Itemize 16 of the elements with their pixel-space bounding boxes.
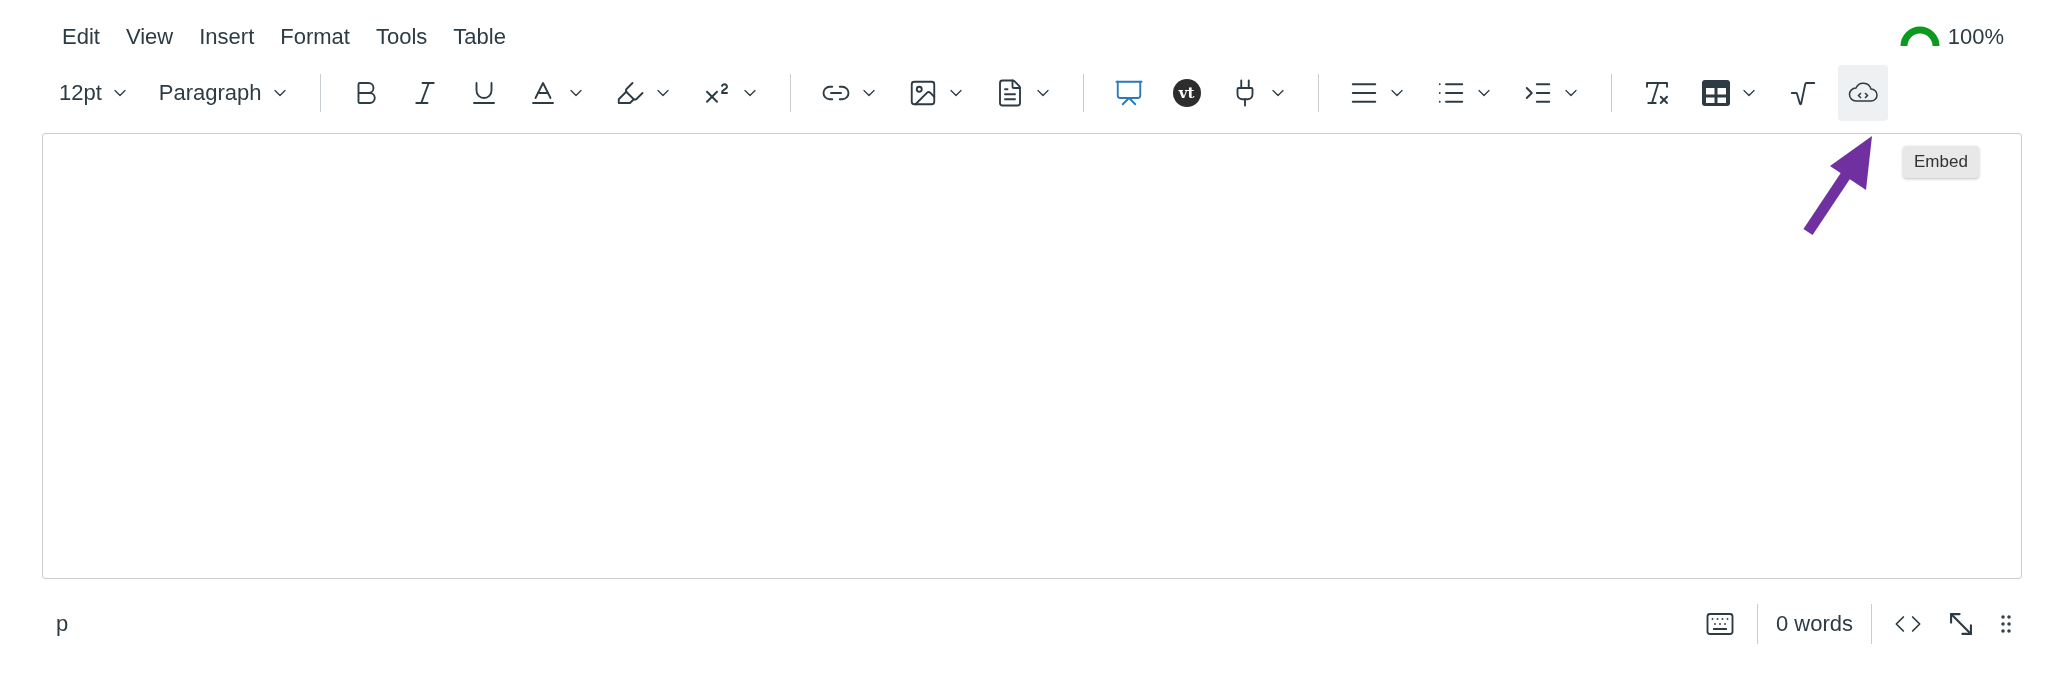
menu-item[interactable]: Edit (62, 24, 100, 50)
dropdown-button[interactable]: 12pt (50, 65, 139, 121)
menu-item[interactable]: Table (453, 24, 506, 50)
menu-item[interactable]: Format (280, 24, 350, 50)
menu-item[interactable]: View (125, 24, 174, 50)
dropdown-button[interactable]: Paragraph (149, 65, 299, 121)
media-icon (1113, 78, 1144, 108)
menu-item[interactable]: Tools (375, 24, 428, 50)
tooltip: Embed (1903, 146, 1979, 178)
accessibility-score: 100% (1947, 24, 2004, 50)
badge-button[interactable]: vt (1163, 65, 1210, 121)
table-icon (1700, 78, 1731, 108)
word-count[interactable]: 0 words (1775, 611, 1853, 637)
toolbar-button[interactable] (1837, 65, 1888, 121)
menu-item[interactable]: Insert (199, 24, 255, 50)
element-path: p (56, 611, 70, 637)
